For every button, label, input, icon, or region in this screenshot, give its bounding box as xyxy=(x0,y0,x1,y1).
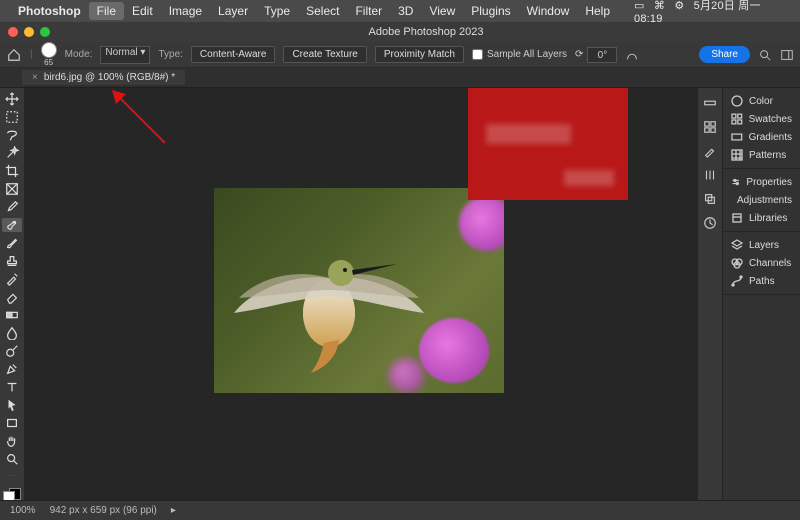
document-canvas[interactable] xyxy=(214,188,504,393)
window-minimize-button[interactable] xyxy=(24,27,34,37)
panel-color[interactable]: Color xyxy=(723,92,800,110)
cloud-icon: ⌘ xyxy=(654,0,665,12)
hand-tool[interactable] xyxy=(2,434,22,448)
menu-file[interactable]: File xyxy=(89,2,124,20)
frame-tool[interactable] xyxy=(2,182,22,196)
gradient-tool[interactable] xyxy=(2,308,22,322)
proximity-match-button[interactable]: Proximity Match xyxy=(375,46,464,63)
brushset-panel-icon[interactable] xyxy=(703,168,717,182)
panel-adjustments[interactable]: Adjustments xyxy=(723,191,800,209)
marquee-tool[interactable] xyxy=(2,110,22,124)
lasso-tool[interactable] xyxy=(2,128,22,142)
brush-size: 65 xyxy=(44,58,53,67)
options-bar: | 65 Mode: Normal ▾ Type: Content-Aware … xyxy=(0,42,800,68)
stamp-tool[interactable] xyxy=(2,254,22,268)
document-tabbar: × bird6.jpg @ 100% (RGB/8#) * xyxy=(0,68,800,88)
history-panel-icon[interactable] xyxy=(703,216,717,230)
type-tool[interactable] xyxy=(2,380,22,394)
document-dimensions: 942 px x 659 px (96 ppi) xyxy=(50,505,157,516)
mode-label: Mode: xyxy=(65,49,93,60)
window-titlebar: Adobe Photoshop 2023 xyxy=(0,22,800,42)
annotation-arrow xyxy=(110,88,170,148)
document-tab-label: bird6.jpg @ 100% (RGB/8#) * xyxy=(44,72,175,83)
color-swatches[interactable] xyxy=(3,491,21,500)
panel-paths[interactable]: Paths xyxy=(723,272,800,290)
menu-view[interactable]: View xyxy=(421,2,463,20)
os-menubar: Photoshop File Edit Image Layer Type Sel… xyxy=(0,0,800,22)
blur-tool[interactable] xyxy=(2,326,22,340)
pressure-icon[interactable] xyxy=(625,48,639,62)
collapsed-panel-strip xyxy=(698,88,722,500)
share-button[interactable]: Share xyxy=(699,46,750,63)
menu-layer[interactable]: Layer xyxy=(210,2,256,20)
history-brush-tool[interactable] xyxy=(2,272,22,286)
brush-tool[interactable] xyxy=(2,236,22,250)
panel-libraries[interactable]: Libraries xyxy=(723,209,800,227)
dodge-tool[interactable] xyxy=(2,344,22,358)
menu-select[interactable]: Select xyxy=(298,2,347,20)
panel-patterns[interactable]: Patterns xyxy=(723,146,800,164)
mode-select[interactable]: Normal ▾ xyxy=(100,46,150,64)
status-caret-icon[interactable]: ▸ xyxy=(171,505,176,516)
angle-input[interactable]: 0° xyxy=(587,47,617,63)
eraser-tool[interactable] xyxy=(2,290,22,304)
menu-edit[interactable]: Edit xyxy=(124,2,161,20)
swatch-panel-icon[interactable] xyxy=(703,120,717,134)
rectangle-tool[interactable] xyxy=(2,416,22,430)
document-tab[interactable]: × bird6.jpg @ 100% (RGB/8#) * xyxy=(22,70,185,85)
menu-window[interactable]: Window xyxy=(519,2,578,20)
status-bar: 100% 942 px x 659 px (96 ppi) ▸ xyxy=(0,500,800,520)
menu-filter[interactable]: Filter xyxy=(347,2,390,20)
battery-icon: ▭ xyxy=(634,0,645,12)
menu-image[interactable]: Image xyxy=(161,2,210,20)
create-texture-button[interactable]: Create Texture xyxy=(283,46,366,63)
menu-3d[interactable]: 3D xyxy=(390,2,421,20)
right-panels: Color Swatches Gradients Patterns Proper… xyxy=(722,88,800,500)
image-content xyxy=(459,196,504,251)
wand-tool[interactable] xyxy=(2,146,22,160)
panel-gradients[interactable]: Gradients xyxy=(723,128,800,146)
bird-illustration xyxy=(229,218,429,378)
healing-brush-tool[interactable] xyxy=(2,218,22,232)
crop-tool[interactable] xyxy=(2,164,22,178)
move-tool[interactable] xyxy=(2,92,22,106)
panel-layers[interactable]: Layers xyxy=(723,236,800,254)
panel-swatches[interactable]: Swatches xyxy=(723,110,800,128)
eyedropper-tool[interactable] xyxy=(2,200,22,214)
date: 5月20日 周一 xyxy=(694,0,761,12)
time: 08:19 xyxy=(634,13,663,25)
window-title: Adobe Photoshop 2023 xyxy=(60,26,792,38)
zoom-level[interactable]: 100% xyxy=(10,505,36,516)
canvas-area[interactable] xyxy=(24,88,698,500)
angle-icon[interactable]: ⟳ xyxy=(575,49,583,60)
window-close-button[interactable] xyxy=(8,27,18,37)
menubar-sys-tray: ▭ ⌘ ⚙ 5月20日 周一 08:19 xyxy=(628,0,792,25)
workspace-icon[interactable] xyxy=(780,48,794,62)
panel-properties[interactable]: Properties xyxy=(723,173,800,191)
home-icon[interactable] xyxy=(6,48,22,62)
content-aware-button[interactable]: Content-Aware xyxy=(191,46,276,63)
tools-panel: ⋯ xyxy=(0,88,24,500)
brush-panel-icon[interactable] xyxy=(703,144,717,158)
image-content xyxy=(419,318,489,383)
zoom-tool[interactable] xyxy=(2,452,22,466)
panel-channels[interactable]: Channels xyxy=(723,254,800,272)
app-name[interactable]: Photoshop xyxy=(18,4,81,18)
menu-help[interactable]: Help xyxy=(577,2,618,20)
clone-panel-icon[interactable] xyxy=(703,192,717,206)
window-zoom-button[interactable] xyxy=(40,27,50,37)
menu-type[interactable]: Type xyxy=(256,2,298,20)
pen-tool[interactable] xyxy=(2,362,22,376)
menu-plugins[interactable]: Plugins xyxy=(463,2,518,20)
type-label: Type: xyxy=(158,49,182,60)
floating-panel-redacted[interactable] xyxy=(468,88,628,200)
brush-preview[interactable] xyxy=(41,42,57,58)
wifi-icon: ⚙ xyxy=(674,0,684,12)
close-tab-icon[interactable]: × xyxy=(32,72,38,83)
sample-all-layers-checkbox[interactable]: Sample All Layers xyxy=(472,49,567,60)
ruler-panel-icon[interactable] xyxy=(703,96,717,110)
path-select-tool[interactable] xyxy=(2,398,22,412)
search-icon[interactable] xyxy=(758,48,772,62)
